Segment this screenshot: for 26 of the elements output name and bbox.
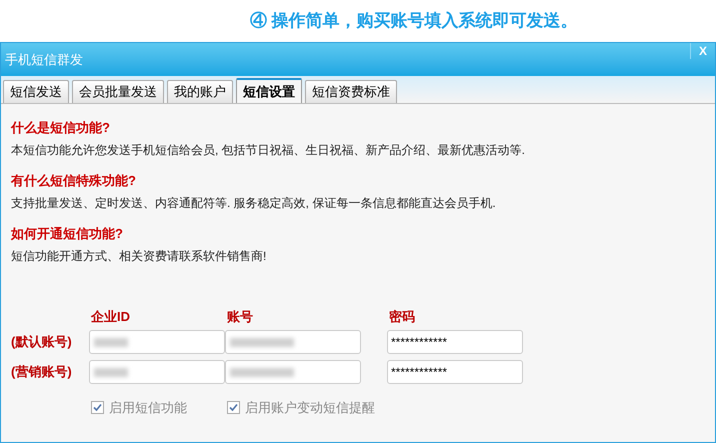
section-heading: 有什么短信特殊功能? xyxy=(11,173,137,189)
checkbox-label: 启用短信功能 xyxy=(109,399,187,417)
checkbox-label: 启用账户变动短信提醒 xyxy=(245,399,375,417)
blurred-input-field[interactable] xyxy=(225,360,361,384)
banner-heading: ④ 操作简单，购买账号填入系统即可发送。 xyxy=(250,10,578,32)
tab[interactable]: 短信资费标准 xyxy=(305,80,397,103)
section-text: 支持批量发送、定时发送、内容通配符等. 服务稳定高效, 保证每一条信息都能直达会员手机. xyxy=(11,195,497,211)
tab[interactable]: 短信发送 xyxy=(3,80,69,103)
section-text: 本短信功能允许您发送手机短信给会员, 包括节日祝福、生日祝福、新产品介绍、最新优惠活动等. xyxy=(11,142,526,158)
tab[interactable]: 我的账户 xyxy=(167,80,233,103)
section-text: 短信功能开通方式、相关资费请联系软件销售商! xyxy=(11,248,268,264)
window-title: 手机短信群发 xyxy=(4,50,83,69)
column-heading: 账号 xyxy=(226,310,254,324)
password-field[interactable]: ************ xyxy=(387,330,523,354)
tab[interactable]: 会员批量发送 xyxy=(72,80,164,103)
tab[interactable]: 短信设置 xyxy=(236,78,302,103)
section-heading: 如何开通短信功能? xyxy=(11,226,124,242)
blurred-input-field[interactable] xyxy=(225,330,361,354)
row-label: (营销账号) xyxy=(11,363,72,382)
blurred-input-field[interactable] xyxy=(89,360,225,384)
password-field[interactable]: ************ xyxy=(387,360,523,384)
row-label: (默认账号) xyxy=(11,333,72,352)
column-heading: 企业ID xyxy=(90,310,131,324)
section-heading: 什么是短信功能? xyxy=(11,120,111,136)
blurred-input-field[interactable] xyxy=(89,330,225,354)
column-heading: 密码 xyxy=(388,310,416,324)
